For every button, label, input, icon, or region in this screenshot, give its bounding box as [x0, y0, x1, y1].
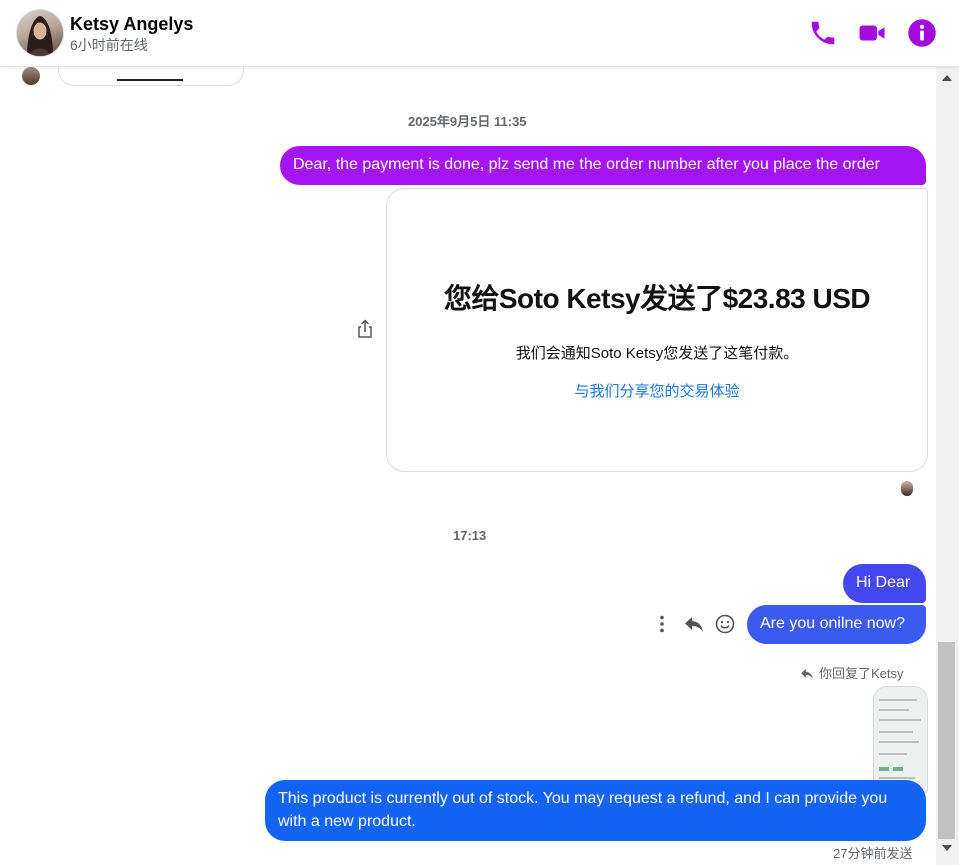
smiley-icon [715, 614, 735, 634]
thumb-line [879, 741, 919, 743]
more-options-button[interactable] [650, 612, 674, 636]
reply-icon [685, 617, 703, 632]
payment-title: 您给Soto Ketsy发送了$23.83 USD [443, 283, 871, 314]
payment-subtitle: 我们会通知Soto Ketsy您发送了这笔付款。 [515, 345, 799, 362]
scroll-up-arrow-icon[interactable] [942, 75, 952, 81]
sent-message-bubble-hi[interactable]: Hi Dear [843, 564, 926, 603]
thumb-mark [893, 767, 903, 771]
reply-indicator-text: 你回复了Ketsy [819, 666, 904, 681]
contact-small-avatar [22, 67, 40, 85]
replied-image-thumbnail[interactable] [873, 686, 928, 794]
contact-name: Ketsy Angelys [70, 14, 194, 34]
chat-scrollbar[interactable] [936, 67, 959, 865]
scroll-down-arrow-icon[interactable] [942, 845, 952, 851]
sent-message-bubble-online[interactable]: Are you onilne now? [747, 605, 926, 644]
scrollbar-thumb[interactable] [938, 642, 955, 839]
thumb-line [879, 709, 909, 711]
share-icon [358, 319, 372, 338]
info-icon [908, 19, 936, 47]
share-button[interactable] [356, 319, 374, 339]
payment-card[interactable]: 您给Soto Ketsy发送了$23.83 USD 我们会通知Soto Kets… [386, 188, 928, 472]
share-experience-link[interactable]: 与我们分享您的交易体验 [387, 380, 927, 401]
reply-arrow-icon [801, 668, 813, 679]
thumb-line [879, 731, 913, 733]
read-receipt-avatar [901, 481, 913, 496]
chat-header: Ketsy Angelys 6小时前在线 [0, 0, 959, 67]
more-vertical-icon [660, 615, 664, 633]
thumb-line [879, 777, 915, 779]
reply-button[interactable] [682, 612, 706, 636]
sent-message-bubble-stock[interactable]: This product is currently out of stock. … [265, 780, 926, 841]
contact-avatar[interactable] [16, 9, 64, 57]
video-camera-icon [859, 25, 885, 41]
thumb-mark [879, 767, 889, 771]
thumb-line [879, 753, 907, 755]
video-call-button[interactable] [857, 18, 887, 48]
previous-message-card[interactable] [58, 67, 244, 86]
sent-message-bubble[interactable]: Dear, the payment is done, plz send me t… [280, 146, 926, 185]
phone-icon [811, 21, 835, 45]
message-timestamp: 2025年9月5日 11:35 [408, 114, 527, 129]
conversation-info-button[interactable] [907, 18, 937, 48]
thumb-line [879, 699, 917, 701]
avatar-photo-icon [27, 16, 53, 56]
message-list[interactable]: 2025年9月5日 11:35 Dear, the payment is don… [0, 67, 936, 865]
contact-status: 6小时前在线 [70, 37, 148, 53]
phone-call-button[interactable] [808, 18, 838, 48]
reply-indicator: 你回复了Ketsy [800, 663, 904, 682]
thumb-line [879, 719, 921, 721]
react-button[interactable] [713, 612, 737, 636]
message-timestamp-2: 17:13 [453, 528, 487, 543]
card-divider [117, 79, 183, 81]
sent-status: 27分钟前发送 [833, 846, 913, 861]
